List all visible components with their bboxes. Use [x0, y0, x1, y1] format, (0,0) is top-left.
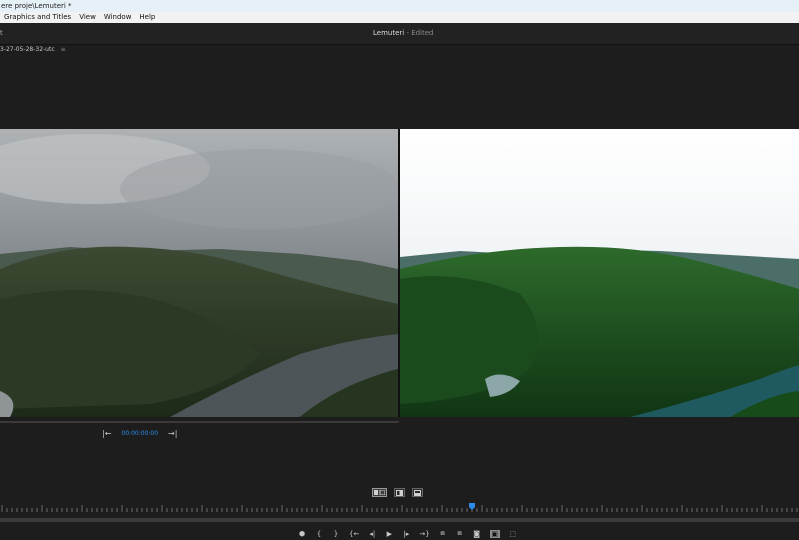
- menu-bar: Graphics and Titles View Window Help: [0, 12, 799, 23]
- sequence-name: 3-27-05-28-32-utc: [0, 46, 55, 53]
- panel-tab-left[interactable]: t: [0, 23, 3, 44]
- reference-frame: [0, 129, 398, 417]
- program-scrub-bar[interactable]: [0, 421, 399, 423]
- zoom-scroll-bar[interactable]: [0, 518, 799, 522]
- program-transport-controls: ⬢ { } {← ◂| ▶ |▸ →} ⧈ ⧈ ◙ ▣ ⬚: [298, 529, 517, 538]
- side-by-side-icon: [374, 490, 385, 495]
- panel-menu-icon[interactable]: ≡: [61, 46, 66, 53]
- mark-out-icon[interactable]: }: [332, 530, 340, 538]
- go-to-out-icon[interactable]: →}: [419, 530, 429, 538]
- split-view-divider[interactable]: [398, 129, 400, 417]
- sequence-label[interactable]: 3-27-05-28-32-utc ≡: [0, 45, 66, 55]
- step-back-icon[interactable]: ◂|: [368, 530, 376, 538]
- menu-graphics-and-titles[interactable]: Graphics and Titles: [0, 12, 75, 23]
- horizontal-split-button[interactable]: [412, 488, 423, 497]
- comparison-mode-toggles: [372, 488, 423, 497]
- horizontal-split-icon: [414, 489, 421, 496]
- side-by-side-button[interactable]: [372, 488, 387, 497]
- project-title: Lemuteri - Edited: [373, 23, 434, 44]
- edited-status: - Edited: [404, 29, 434, 37]
- project-name: Lemuteri: [373, 29, 405, 37]
- vertical-split-icon: [396, 489, 403, 496]
- add-marker-icon[interactable]: ⬢: [298, 530, 306, 538]
- mark-in-icon[interactable]: {: [315, 530, 323, 538]
- comparison-view-icon[interactable]: ▣: [489, 529, 500, 538]
- go-to-in-icon[interactable]: |←: [102, 429, 111, 439]
- reference-transport: |← 00:00:00:00 →|: [102, 429, 177, 439]
- edited-frame: [400, 129, 799, 417]
- reference-timecode[interactable]: 00:00:00:00: [121, 429, 158, 439]
- button-editor-icon[interactable]: ⬚: [509, 530, 517, 538]
- menu-help[interactable]: Help: [135, 12, 159, 23]
- export-frame-icon[interactable]: ◙: [473, 530, 481, 538]
- lift-icon[interactable]: ⧈: [439, 529, 447, 538]
- extract-icon[interactable]: ⧈: [456, 529, 464, 538]
- menu-window[interactable]: Window: [100, 12, 136, 23]
- menu-view[interactable]: View: [75, 12, 100, 23]
- time-ruler[interactable]: [0, 503, 799, 513]
- playhead[interactable]: [469, 503, 475, 510]
- play-icon[interactable]: ▶: [385, 530, 393, 538]
- step-forward-icon[interactable]: |▸: [402, 530, 410, 538]
- go-to-out-icon[interactable]: →|: [168, 429, 177, 439]
- edited-frame-image: [400, 129, 799, 417]
- window-title: ere proje\Lemuteri *: [1, 2, 72, 10]
- vertical-split-button[interactable]: [394, 488, 405, 497]
- reference-frame-image: [0, 129, 398, 417]
- panel-header: t Lemuteri - Edited: [0, 23, 799, 45]
- go-to-in-icon[interactable]: {←: [349, 530, 359, 538]
- window-title-bar: ere proje\Lemuteri *: [0, 0, 799, 12]
